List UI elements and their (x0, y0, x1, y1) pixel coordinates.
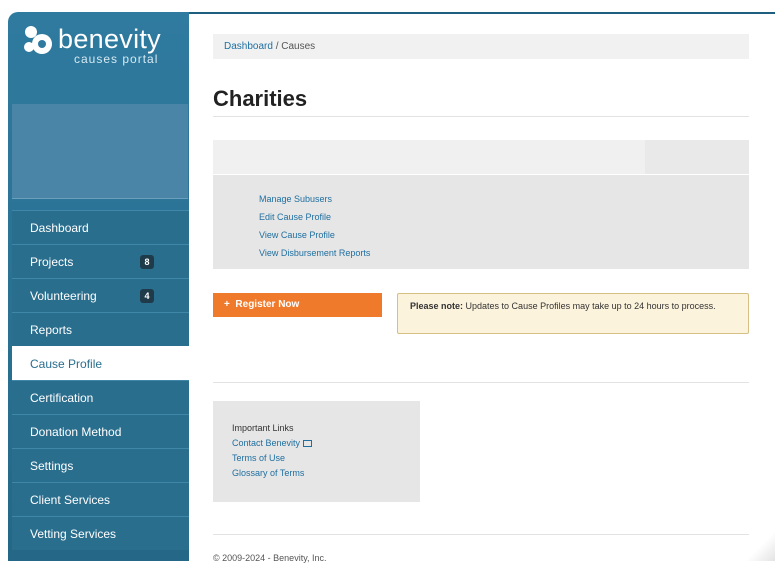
terms-of-use-link[interactable]: Terms of Use (232, 451, 420, 466)
cause-actions: Manage Subusers Edit Cause Profile View … (259, 190, 370, 262)
edit-cause-profile-link[interactable]: Edit Cause Profile (259, 208, 370, 226)
contact-benevity-label: Contact Benevity (232, 438, 301, 448)
sidebar: benevity causes portal Dashboard Project… (8, 12, 189, 561)
sidebar-item-certification[interactable]: Certification (12, 380, 189, 414)
title-divider (213, 116, 749, 117)
sidebar-item-label: Client Services (30, 493, 111, 507)
cause-name-area (213, 140, 645, 174)
brand-subtitle: causes portal (74, 52, 159, 66)
page-title: Charities (213, 86, 308, 111)
contact-benevity-link[interactable]: Contact Benevity (232, 436, 420, 451)
content-divider (213, 382, 749, 383)
footer-divider (213, 534, 749, 535)
count-badge: 8 (140, 255, 154, 269)
glossary-link[interactable]: Glossary of Terms (232, 466, 420, 481)
brand-name: benevity (58, 24, 161, 54)
notice-text: Updates to Cause Profiles may take up to… (463, 301, 716, 311)
sidebar-item-label: Projects (30, 255, 74, 269)
sidebar-item-volunteering[interactable]: Volunteering 4 (12, 278, 189, 312)
mail-icon (303, 440, 313, 447)
sidebar-item-settings[interactable]: Settings (12, 448, 189, 482)
brand-logo[interactable]: benevity causes portal (18, 20, 188, 70)
breadcrumb-separator: / (272, 41, 282, 52)
sidebar-item-label: Dashboard (30, 221, 89, 235)
sidebar-item-dashboard[interactable]: Dashboard (12, 210, 189, 244)
sidebar-item-label: Vetting Services (30, 527, 117, 541)
sidebar-item-label: Reports (30, 323, 73, 337)
header-rule (189, 12, 775, 14)
view-cause-profile-link[interactable]: View Cause Profile (259, 226, 370, 244)
plus-icon: + (224, 299, 230, 310)
sidebar-item-cause-profile[interactable]: Cause Profile (12, 346, 189, 380)
cause-panel: Manage Subusers Edit Cause Profile View … (213, 175, 749, 269)
sidebar-item-label: Cause Profile (30, 357, 103, 371)
important-links-heading: Important Links (232, 423, 294, 433)
register-now-button[interactable]: + Register Now (213, 293, 382, 317)
sidebar-item-client-services[interactable]: Client Services (12, 482, 189, 516)
count-badge: 4 (140, 289, 154, 303)
sidebar-item-label: Settings (30, 459, 74, 473)
copyright-text: © 2009-2024 - Benevity, Inc. (213, 553, 327, 563)
sidebar-nav: Dashboard Projects 8 Volunteering 4 Repo… (12, 210, 189, 550)
sidebar-item-label: Volunteering (30, 289, 97, 303)
sidebar-item-vetting-services[interactable]: Vetting Services (12, 516, 189, 550)
profile-area (12, 104, 188, 199)
view-disbursement-reports-link[interactable]: View Disbursement Reports (259, 244, 370, 262)
sidebar-item-reports[interactable]: Reports (12, 312, 189, 346)
sidebar-item-donation-method[interactable]: Donation Method (12, 414, 189, 448)
notice-box: Please note: Updates to Cause Profiles m… (397, 293, 749, 334)
corner-shade (745, 531, 775, 561)
breadcrumb-dashboard-link[interactable]: Dashboard (224, 41, 273, 52)
sidebar-item-label: Certification (30, 391, 94, 405)
important-links-box: Important Links Contact Benevity Terms o… (213, 401, 420, 502)
notice-label: Please note: (410, 301, 464, 311)
sidebar-item-projects[interactable]: Projects 8 (12, 244, 189, 278)
manage-subusers-link[interactable]: Manage Subusers (259, 190, 370, 208)
register-now-label: Register Now (235, 299, 300, 310)
benevity-logo-icon (24, 26, 52, 54)
sidebar-item-label: Donation Method (30, 425, 122, 439)
breadcrumb-current: Causes (281, 41, 316, 52)
breadcrumb: Dashboard / Causes (213, 34, 749, 59)
